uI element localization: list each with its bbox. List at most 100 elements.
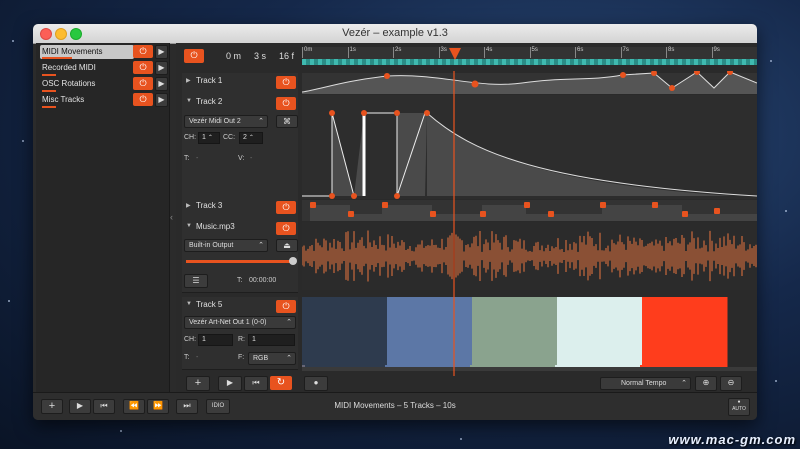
color-block[interactable]: [387, 297, 473, 367]
keyframe[interactable]: [652, 202, 658, 208]
timeline-loop-region[interactable]: [302, 59, 757, 65]
color-track-handles: [302, 367, 757, 371]
timeline-tick: [347, 47, 349, 58]
range-field[interactable]: 1: [248, 334, 295, 346]
add-track-button[interactable]: +: [186, 376, 210, 391]
keyframe[interactable]: [424, 110, 430, 116]
keyframe[interactable]: [714, 208, 720, 214]
keyframe[interactable]: [620, 72, 626, 78]
play-button[interactable]: ▶: [155, 77, 168, 91]
keyframe[interactable]: [394, 110, 400, 116]
expand-icon[interactable]: ▶: [186, 77, 191, 84]
record-button[interactable]: ●: [304, 376, 328, 391]
sidebar-item-label: Recorded MIDI: [42, 63, 96, 72]
timeline-tick: [666, 47, 667, 58]
power-button[interactable]: ⏻: [133, 61, 153, 74]
timeline-tick-label: 3s: [440, 47, 447, 53]
color-block[interactable]: [472, 297, 558, 367]
progress-bar: [42, 74, 56, 76]
sidebar-item-recorded-midi[interactable]: Recorded MIDI: [40, 61, 134, 75]
keyframe[interactable]: [600, 202, 606, 208]
keyframe[interactable]: [480, 211, 486, 217]
midi-output-select[interactable]: Vezér Midi Out 2 ⌃: [184, 115, 268, 128]
t-value: -: [196, 354, 199, 361]
keyframe[interactable]: [384, 73, 390, 79]
track-power-button[interactable]: ⏻: [276, 76, 296, 89]
timeline-tick-label: 4s: [486, 47, 493, 53]
playhead-handle[interactable]: [449, 48, 461, 60]
zoom-in-button[interactable]: ⊕: [695, 376, 717, 391]
keyframe[interactable]: [682, 211, 688, 217]
channel-stepper[interactable]: 1 ⌃: [198, 132, 220, 144]
keyframe[interactable]: [310, 202, 316, 208]
loop-button[interactable]: ↻: [270, 376, 292, 390]
track-power-button[interactable]: ⏻: [276, 97, 296, 110]
keyframe[interactable]: [329, 193, 335, 199]
sidebar-item-misc-tracks[interactable]: Misc Tracks: [40, 93, 134, 107]
learn-button[interactable]: ⌘: [276, 115, 298, 128]
power-button[interactable]: ⏻: [133, 45, 153, 58]
track-power-button[interactable]: ⏻: [276, 222, 296, 235]
cc-stepper[interactable]: 2 ⌃: [239, 132, 263, 144]
track-name: Music.mp3: [196, 222, 235, 231]
tempo-select[interactable]: Normal Tempo ⌃: [600, 377, 691, 390]
track-lanes[interactable]: [302, 71, 757, 376]
track-header-track-2: ▼ Track 2 ⏻ Vezér Midi Out 2 ⌃ ⌘ CH: 1 ⌃ …: [182, 94, 298, 199]
collapse-sidebar-icon[interactable]: ‹: [170, 212, 173, 222]
timeline-ruler[interactable]: 0m1s2s3s4s5s6s7s8s9s1(: [302, 47, 757, 65]
keyframe[interactable]: [548, 211, 554, 217]
color-block[interactable]: [642, 297, 728, 367]
track-power-button[interactable]: ⏻: [276, 300, 296, 313]
play-button[interactable]: ▶: [155, 45, 168, 59]
expand-icon[interactable]: ▶: [186, 202, 191, 209]
collapse-icon[interactable]: ▼: [186, 301, 192, 307]
zoom-out-button[interactable]: ⊖: [720, 376, 742, 391]
eject-button[interactable]: ⏏: [276, 239, 298, 252]
keyframe[interactable]: [348, 211, 354, 217]
artnet-output-select[interactable]: Vezér Art-Net Out 1 (0-0) ⌃: [184, 316, 296, 329]
app-window: Vezér – example v1.3 MIDI Movements ⏻ ▶ …: [33, 24, 757, 420]
v-label: V:: [238, 155, 245, 162]
cc-label: CC:: [223, 134, 236, 141]
list-icon[interactable]: ☰: [184, 274, 208, 288]
keyframe[interactable]: [524, 202, 530, 208]
play-button[interactable]: ▶: [218, 376, 242, 391]
rewind-to-start-button[interactable]: ⏮: [244, 376, 268, 391]
keyframe[interactable]: [471, 80, 479, 88]
auto-label: AUTO: [732, 406, 746, 412]
volume-slider-knob[interactable]: [289, 257, 297, 265]
keyframe[interactable]: [669, 85, 675, 91]
color-block[interactable]: [557, 297, 643, 367]
sidebar-item-osc-rotations[interactable]: OSC Rotations: [40, 77, 134, 91]
keyframe[interactable]: [351, 193, 357, 199]
track-header-track-1[interactable]: ▶ Track 1 ⏻: [182, 73, 298, 95]
timeline-area: ⏻ 0 m 3 s 16 f 0m1s2s3s4s5s6s7s8s9s1( ▶ …: [176, 43, 757, 392]
channel-field[interactable]: 1: [198, 334, 233, 346]
power-button[interactable]: ⏻: [133, 93, 153, 106]
collapse-icon[interactable]: ▼: [186, 223, 192, 229]
power-button[interactable]: ⏻: [133, 77, 153, 90]
keyframe[interactable]: [329, 110, 335, 116]
timeline-tick-label: 7s: [622, 47, 629, 53]
color-block[interactable]: [302, 297, 388, 367]
sidebar-item-label: OSC Rotations: [42, 79, 96, 88]
r-label: R:: [238, 336, 245, 343]
keyframe[interactable]: [430, 211, 436, 217]
keyframe[interactable]: [361, 110, 367, 116]
composition-sidebar: MIDI Movements ⏻ ▶ Recorded MIDI ⏻ ▶ OSC…: [36, 43, 170, 392]
play-button[interactable]: ▶: [155, 93, 168, 107]
auto-button[interactable]: ● AUTO: [728, 398, 750, 416]
audio-output-select[interactable]: Built-in Output ⌃: [184, 239, 268, 252]
volume-slider[interactable]: [186, 260, 292, 263]
keyframe[interactable]: [394, 193, 400, 199]
track-power-button[interactable]: ⏻: [276, 201, 296, 214]
master-power-button[interactable]: ⏻: [184, 49, 204, 63]
status-text: MIDI Movements – 5 Tracks – 10s: [334, 401, 456, 410]
keyframe[interactable]: [382, 202, 388, 208]
collapse-icon[interactable]: ▼: [186, 98, 192, 104]
play-button[interactable]: ▶: [155, 61, 168, 75]
track-header-track-3[interactable]: ▶ Track 3 ⏻: [182, 198, 298, 220]
timecode-offset: 00:00:00: [249, 277, 277, 284]
format-select[interactable]: RGB ⌃: [248, 352, 296, 365]
track-name: Track 5: [196, 300, 223, 309]
